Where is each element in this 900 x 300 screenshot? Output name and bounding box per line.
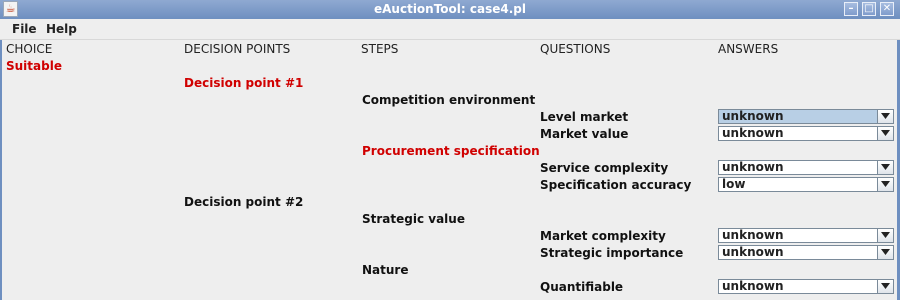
answer-select[interactable]: unknown: [718, 279, 894, 294]
step-label: Competition environment: [362, 93, 536, 107]
window-border-left: [0, 40, 2, 300]
answer-select[interactable]: unknown: [718, 245, 894, 260]
answer-value: unknown: [722, 126, 784, 140]
minimize-button[interactable]: –: [844, 2, 858, 16]
answer-select[interactable]: low: [718, 177, 894, 192]
answer-value: unknown: [722, 279, 784, 293]
menu-file[interactable]: File: [12, 22, 37, 36]
question-label: Service complexity: [540, 161, 669, 175]
header-decision-points: DECISION POINTS: [184, 42, 291, 56]
menu-help[interactable]: Help: [46, 22, 77, 36]
question-label: Market value: [540, 127, 629, 141]
dropdown-arrow-icon[interactable]: [877, 178, 893, 191]
answer-value: unknown: [722, 245, 784, 259]
window-title: eAuctionTool: case4.pl: [374, 2, 526, 16]
dropdown-arrow-icon[interactable]: [877, 280, 893, 293]
answer-select[interactable]: unknown: [718, 160, 894, 175]
step-label: Procurement specification: [362, 144, 540, 158]
title-bar[interactable]: ☕ eAuctionTool: case4.pl – □ ✕: [0, 0, 900, 19]
answer-value: unknown: [722, 228, 784, 242]
answer-select[interactable]: unknown: [718, 109, 894, 124]
dropdown-arrow-icon[interactable]: [877, 110, 893, 123]
question-label: Market complexity: [540, 229, 666, 243]
step-label: Strategic value: [362, 212, 465, 226]
header-steps: STEPS: [361, 42, 399, 56]
dropdown-arrow-icon[interactable]: [877, 161, 893, 174]
answer-value: low: [722, 177, 746, 191]
menu-bar: File Help: [0, 19, 900, 40]
question-label: Quantifiable: [540, 280, 624, 294]
maximize-button[interactable]: □: [862, 2, 876, 16]
choice-label: Suitable: [6, 59, 62, 73]
header-answers: ANSWERS: [718, 42, 779, 56]
answer-select[interactable]: unknown: [718, 126, 894, 141]
answer-value: unknown: [722, 160, 784, 174]
dropdown-arrow-icon[interactable]: [877, 229, 893, 242]
step-label: Nature: [362, 263, 409, 277]
question-label: Specification accuracy: [540, 178, 692, 192]
decision-point-label: Decision point #1: [184, 76, 304, 90]
answer-value: unknown: [722, 109, 784, 123]
answer-select[interactable]: unknown: [718, 228, 894, 243]
question-label: Level market: [540, 110, 629, 124]
dropdown-arrow-icon[interactable]: [877, 127, 893, 140]
header-questions: QUESTIONS: [540, 42, 611, 56]
header-choice: CHOICE: [6, 42, 53, 56]
dropdown-arrow-icon[interactable]: [877, 246, 893, 259]
decision-point-label: Decision point #2: [184, 195, 304, 209]
close-button[interactable]: ✕: [880, 2, 894, 16]
question-label: Strategic importance: [540, 246, 684, 260]
